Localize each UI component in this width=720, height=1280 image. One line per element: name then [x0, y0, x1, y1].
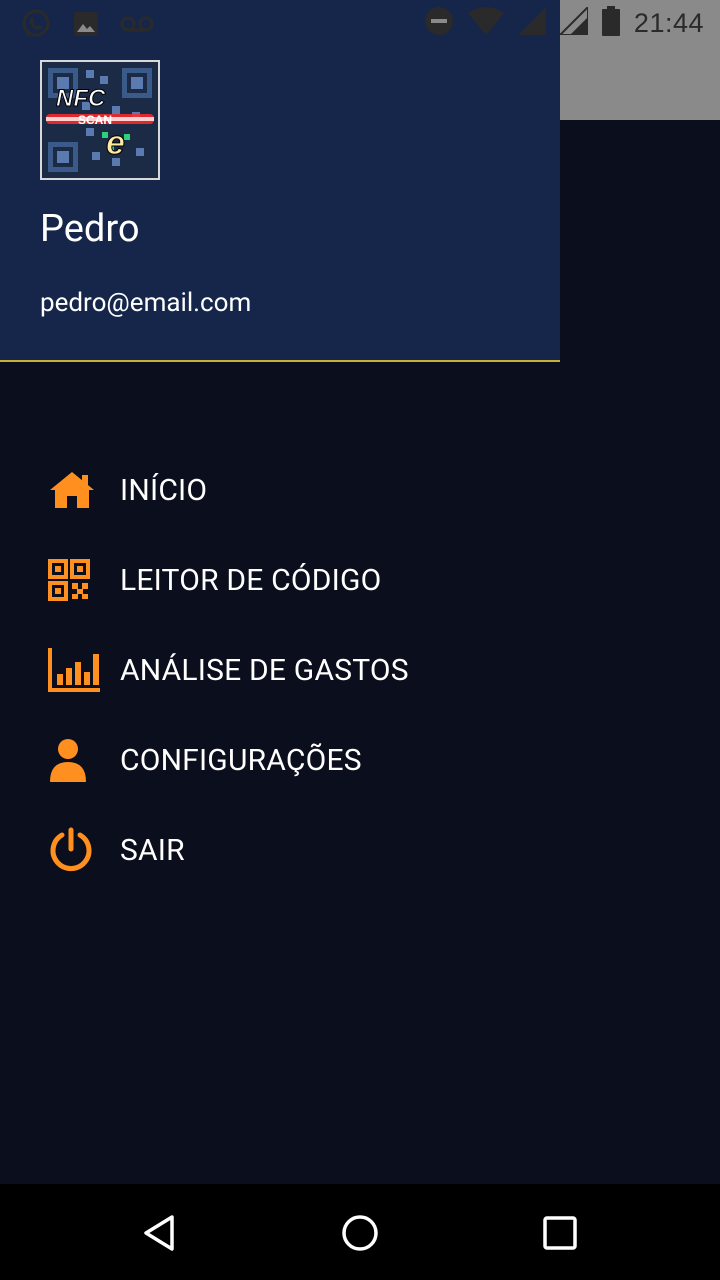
whatsapp-icon [20, 8, 52, 44]
menu-item-analise-de-gastos[interactable]: ANÁLISE DE GASTOS [0, 625, 560, 715]
user-email: pedro@email.com [40, 288, 252, 318]
voicemail-icon [120, 14, 154, 38]
person-icon [48, 736, 100, 784]
signal-icon [557, 4, 589, 39]
navigation-drawer: NFC SCAN e Pedro pedro@email.com INÍCIO [0, 0, 560, 1184]
status-time: 21:44 [633, 7, 704, 38]
menu-label: LEITOR DE CÓDIGO [120, 562, 382, 598]
menu-label: INÍCIO [120, 472, 208, 508]
power-icon [48, 826, 100, 874]
menu-item-leitor-de-codigo[interactable]: LEITOR DE CÓDIGO [0, 535, 560, 625]
drawer-menu: INÍCIO LEITOR DE CÓDIGO ANÁLISE DE GASTO… [0, 445, 560, 895]
battery-icon [601, 6, 620, 40]
do-not-disturb-icon [424, 6, 454, 40]
image-icon [72, 10, 100, 42]
back-icon[interactable] [135, 1208, 185, 1258]
home-icon [48, 466, 100, 514]
logo-text-e: e [106, 124, 125, 162]
wifi-icon [467, 7, 504, 39]
menu-label: CONFIGURAÇÕES [120, 742, 362, 778]
menu-item-sair[interactable]: SAIR [0, 805, 560, 895]
drawer-header: NFC SCAN e Pedro pedro@email.com [0, 0, 560, 362]
menu-label: SAIR [120, 832, 185, 868]
app-logo: NFC SCAN e [40, 60, 160, 180]
menu-label: ANÁLISE DE GASTOS [120, 652, 409, 688]
bar-chart-icon [48, 646, 100, 694]
home-circle-icon[interactable] [335, 1208, 385, 1258]
qr-code-icon [48, 556, 100, 604]
recents-icon[interactable] [535, 1208, 585, 1258]
user-name: Pedro [40, 207, 140, 251]
signal-icon [517, 7, 546, 39]
navigation-bar [0, 1184, 720, 1280]
menu-item-inicio[interactable]: INÍCIO [0, 445, 560, 535]
status-bar: 21:44 [0, 0, 720, 48]
menu-item-configuracoes[interactable]: CONFIGURAÇÕES [0, 715, 560, 805]
logo-text-nfc: NFC [56, 85, 106, 112]
